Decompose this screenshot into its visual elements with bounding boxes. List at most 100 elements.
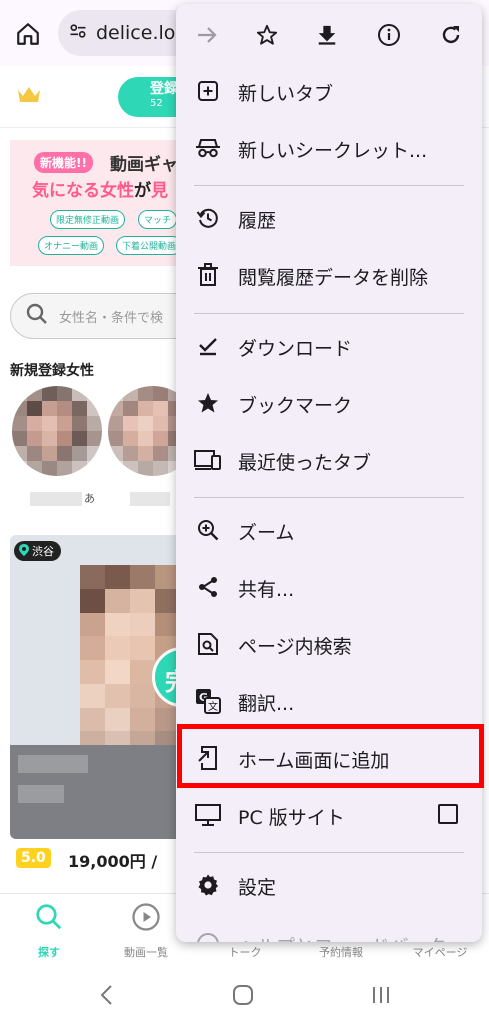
history-icon <box>194 204 222 232</box>
banner-sub-mid: が <box>134 181 151 201</box>
menu-item-label: 最近使ったタブ <box>238 452 372 474</box>
location-pin-icon <box>19 543 29 559</box>
star-icon <box>194 389 222 417</box>
menu-item-label: 新しいシークレット... <box>238 140 428 162</box>
crown-icon[interactable] <box>16 84 42 110</box>
new-tab-icon <box>194 77 222 105</box>
location-label: 渋谷 <box>32 545 54 558</box>
menu-divider <box>194 185 464 186</box>
desktop-site-checkbox[interactable] <box>438 804 458 824</box>
banner-tag[interactable]: オナニー動画 <box>38 236 105 255</box>
menu-divider <box>194 497 464 498</box>
menu-item-bookmarks[interactable]: ブックマーク <box>176 375 482 431</box>
recents-icon[interactable] <box>370 984 392 1010</box>
url-text: delice.lov <box>96 22 187 44</box>
play-circle-icon <box>131 902 161 932</box>
home-circle-icon[interactable] <box>232 984 254 1010</box>
card-name-blurred <box>18 755 88 773</box>
menu-item-label: PC 版サイト <box>238 807 345 829</box>
zoom-in-icon <box>194 516 222 544</box>
price: 19,000円 / <box>68 848 157 872</box>
menu-item-new-tab[interactable]: 新しいタブ <box>176 63 482 119</box>
tune-icon[interactable] <box>68 21 88 45</box>
menu-action-row <box>176 4 482 64</box>
menu-item-label: 設定 <box>238 877 277 899</box>
price-suffix: / <box>151 852 158 871</box>
menu-item-downloads[interactable]: ダウンロード <box>176 318 482 374</box>
svg-text:文: 文 <box>208 700 218 713</box>
menu-item-label: ヘルプとフィードバック <box>238 932 447 942</box>
menu-item-translate[interactable]: G文 翻訳... <box>176 673 482 729</box>
banner-subline: 気になる女性が見 <box>32 176 168 201</box>
new-members-title: 新規登録女性 <box>10 363 94 379</box>
menu-item-clear-data[interactable]: 閲覧履歴データを削除 <box>176 247 482 303</box>
menu-item-label: ページ内検索 <box>238 636 352 658</box>
menu-item-share[interactable]: 共有... <box>176 559 482 615</box>
menu-item-find-in-page[interactable]: ページ内検索 <box>176 616 482 672</box>
nav-label: トーク <box>228 946 262 959</box>
browser-overflow-menu: 新しいタブ 新しいシークレット... 履歴 閲覧履歴データを削除 ダウンロード … <box>176 4 482 942</box>
find-in-page-icon <box>194 630 222 658</box>
banner-sub-post: 見 <box>151 181 168 201</box>
menu-item-label: 履歴 <box>238 210 277 232</box>
system-navigation-bar <box>0 964 489 1024</box>
nav-label: 動画一覧 <box>124 946 168 959</box>
new-feature-badge: 新機能!! <box>34 152 93 173</box>
download-done-icon <box>194 332 222 360</box>
home-icon[interactable] <box>12 18 44 50</box>
menu-item-help[interactable]: ヘルプとフィードバック <box>176 916 482 942</box>
avatar-caption: あ <box>84 492 95 505</box>
avatar-name-blurred <box>130 492 170 506</box>
avatar[interactable] <box>12 386 102 476</box>
banner-headline: 動画ギャ <box>110 155 178 175</box>
menu-item-label: ズーム <box>238 522 295 544</box>
search-icon <box>34 902 64 932</box>
menu-item-new-incognito[interactable]: 新しいシークレット... <box>176 120 482 176</box>
refresh-icon[interactable] <box>436 20 466 50</box>
menu-divider <box>194 313 464 314</box>
menu-item-label: 共有... <box>238 579 295 601</box>
help-icon <box>194 930 222 942</box>
forward-icon[interactable] <box>192 20 222 50</box>
banner-sub-pre: 気になる女性 <box>32 181 134 201</box>
menu-item-recent-tabs[interactable]: 最近使ったタブ <box>176 432 482 488</box>
menu-divider <box>194 852 464 853</box>
devices-icon <box>194 446 222 474</box>
menu-item-label: 新しいタブ <box>238 83 334 105</box>
desktop-icon <box>194 801 222 829</box>
nav-search[interactable]: 探す <box>4 894 94 965</box>
nav-label: 探す <box>38 946 60 959</box>
screen: delice.lov 登録 52 新機能!! 動画ギャ 気になる女性が見 限定無… <box>0 0 489 1024</box>
menu-item-label: 翻訳... <box>238 693 295 715</box>
translate-icon: G文 <box>194 687 222 715</box>
avatar-name-blurred <box>30 492 82 506</box>
price-value: 19,000円 <box>68 852 146 871</box>
trash-icon <box>194 261 222 289</box>
share-icon <box>194 573 222 601</box>
bookmark-star-icon[interactable] <box>252 20 282 50</box>
location-badge: 渋谷 <box>14 541 61 561</box>
incognito-icon <box>194 134 222 162</box>
banner-tag[interactable]: 下着公開動画 <box>116 236 183 255</box>
menu-item-history[interactable]: 履歴 <box>176 190 482 246</box>
menu-item-label: ブックマーク <box>238 395 353 417</box>
pixelated-photo <box>12 386 102 476</box>
info-icon[interactable] <box>374 20 404 50</box>
highlight-box <box>177 724 484 788</box>
rating-badge: 5.0 <box>16 848 51 868</box>
banner-tag[interactable]: 限定無修正動画 <box>50 210 126 229</box>
settings-icon <box>194 871 222 899</box>
menu-item-zoom[interactable]: ズーム <box>176 502 482 558</box>
search-placeholder: 女性名・条件で検 <box>59 310 164 326</box>
menu-item-label: ダウンロード <box>238 338 353 360</box>
nav-label: マイページ <box>412 946 468 959</box>
download-icon[interactable] <box>312 20 342 50</box>
menu-item-label: 閲覧履歴データを削除 <box>238 267 429 289</box>
menu-item-desktop-site[interactable]: PC 版サイト <box>176 787 482 843</box>
banner-tag[interactable]: マッチ <box>138 210 178 229</box>
search-icon <box>25 302 49 330</box>
back-icon[interactable] <box>98 984 116 1010</box>
menu-item-settings[interactable]: 設定 <box>176 857 482 913</box>
card-age-blurred <box>18 785 64 803</box>
nav-label: 予約情報 <box>319 946 363 959</box>
